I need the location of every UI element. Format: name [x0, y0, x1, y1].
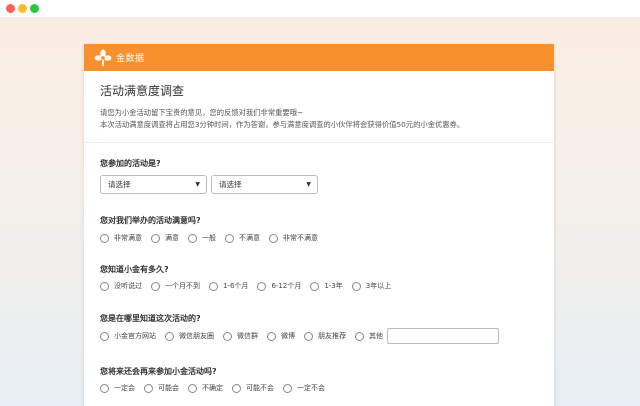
radio-circle-icon[interactable] [100, 331, 109, 341]
source-option[interactable]: 小金官方网站 [100, 331, 156, 341]
satisfaction-option[interactable]: 非常不满意 [269, 233, 318, 243]
survey-intro-line-2: 本次活动满意度调查将占用您3分钟时间，作为答谢，参与满意度调查的小伙伴将会获得价… [100, 120, 465, 129]
radio-circle-icon[interactable] [151, 233, 160, 243]
familiarity-option[interactable]: 一个月不到 [151, 281, 200, 291]
activity-select-2-value: 请选择 [219, 180, 242, 189]
question-familiarity-label: 您知道小金有多久? [100, 265, 169, 274]
satisfaction-options: 非常满意 满意 一般 不满意 非常不满意 [100, 233, 327, 243]
radio-circle-icon[interactable] [223, 331, 232, 341]
satisfaction-option[interactable]: 非常满意 [100, 233, 142, 243]
brand-header: 金数据 [84, 44, 554, 71]
return-option[interactable]: 可能会 [144, 383, 179, 393]
radio-circle-icon[interactable] [209, 281, 218, 291]
question-return-label: 您将来还会再来参加小金活动吗? [100, 367, 217, 376]
radio-circle-icon[interactable] [144, 383, 153, 393]
source-option[interactable]: 微博 [267, 331, 295, 341]
question-satisfaction-label: 您对我们举办的活动满意吗? [100, 216, 201, 225]
brand-name: 金数据 [116, 54, 145, 64]
familiarity-option[interactable]: 6-12个月 [257, 281, 301, 291]
radio-circle-icon[interactable] [304, 331, 313, 341]
source-option[interactable]: 朋友推荐 [304, 331, 346, 341]
dropdown-arrow-icon: ▼ [306, 181, 311, 188]
familiarity-option[interactable]: 1-6个月 [209, 281, 248, 291]
radio-circle-icon[interactable] [355, 331, 364, 341]
radio-circle-icon[interactable] [283, 383, 292, 393]
radio-circle-icon[interactable] [269, 233, 278, 243]
radio-circle-icon[interactable] [351, 281, 361, 291]
header-divider [84, 142, 554, 143]
radio-circle-icon[interactable] [100, 233, 109, 243]
activity-select-1-value: 请选择 [108, 180, 131, 189]
source-options: 小金官方网站 微信朋友圈 微信群 微博 朋友推荐 其他 [100, 328, 499, 344]
survey-card: 金数据 活动满意度调查 请您为小金活动留下宝贵的意见，您的反馈对我们非常重要哦~… [84, 44, 554, 406]
return-option[interactable]: 不确定 [188, 383, 223, 393]
source-option-other[interactable]: 其他 [355, 331, 383, 341]
satisfaction-option[interactable]: 满意 [151, 233, 179, 243]
radio-circle-icon[interactable] [100, 281, 109, 291]
familiarity-option[interactable]: 1-3年 [310, 281, 343, 291]
flower-logo-icon [94, 49, 112, 67]
radio-circle-icon[interactable] [310, 281, 320, 291]
familiarity-option[interactable]: 没听说过 [100, 281, 142, 291]
survey-intro-line-1: 请您为小金活动留下宝贵的意见，您的反馈对我们非常重要哦~ [100, 108, 304, 117]
satisfaction-option[interactable]: 不满意 [225, 233, 260, 243]
radio-circle-icon[interactable] [188, 383, 197, 393]
return-option[interactable]: 可能不会 [232, 383, 274, 393]
radio-circle-icon[interactable] [100, 383, 109, 393]
other-source-input[interactable] [387, 328, 499, 344]
question-activity-label: 您参加的活动是? [100, 159, 161, 168]
return-option[interactable]: 一定不会 [283, 383, 325, 393]
maximize-window-button[interactable] [30, 4, 39, 13]
radio-circle-icon[interactable] [225, 233, 234, 243]
radio-circle-icon[interactable] [188, 233, 197, 243]
radio-circle-icon[interactable] [267, 331, 276, 341]
activity-select-2[interactable]: 请选择 ▼ [211, 175, 318, 194]
survey-header: 活动满意度调查 请您为小金活动留下宝贵的意见，您的反馈对我们非常重要哦~ 本次活… [84, 71, 554, 131]
radio-circle-icon[interactable] [232, 383, 241, 393]
return-options: 一定会 可能会 不确定 可能不会 一定不会 [100, 383, 334, 393]
familiarity-options: 没听说过 一个月不到 1-6个月 6-12个月 1-3年 3年以上 [100, 281, 400, 291]
familiarity-option[interactable]: 3年以上 [351, 281, 391, 291]
activity-select-1[interactable]: 请选择 ▼ [100, 175, 207, 194]
source-option[interactable]: 微信群 [223, 331, 258, 341]
radio-circle-icon[interactable] [165, 331, 174, 341]
minimize-window-button[interactable] [18, 4, 27, 13]
source-option[interactable]: 微信朋友圈 [165, 331, 214, 341]
question-source-label: 您是在哪里知道这次活动的? [100, 314, 201, 323]
radio-circle-icon[interactable] [151, 281, 160, 291]
return-option[interactable]: 一定会 [100, 383, 135, 393]
dropdown-arrow-icon: ▼ [195, 181, 200, 188]
satisfaction-option[interactable]: 一般 [188, 233, 216, 243]
close-window-button[interactable] [6, 4, 15, 13]
survey-title: 活动满意度调查 [100, 84, 185, 98]
window-titlebar [0, 0, 640, 18]
radio-circle-icon[interactable] [257, 281, 267, 291]
